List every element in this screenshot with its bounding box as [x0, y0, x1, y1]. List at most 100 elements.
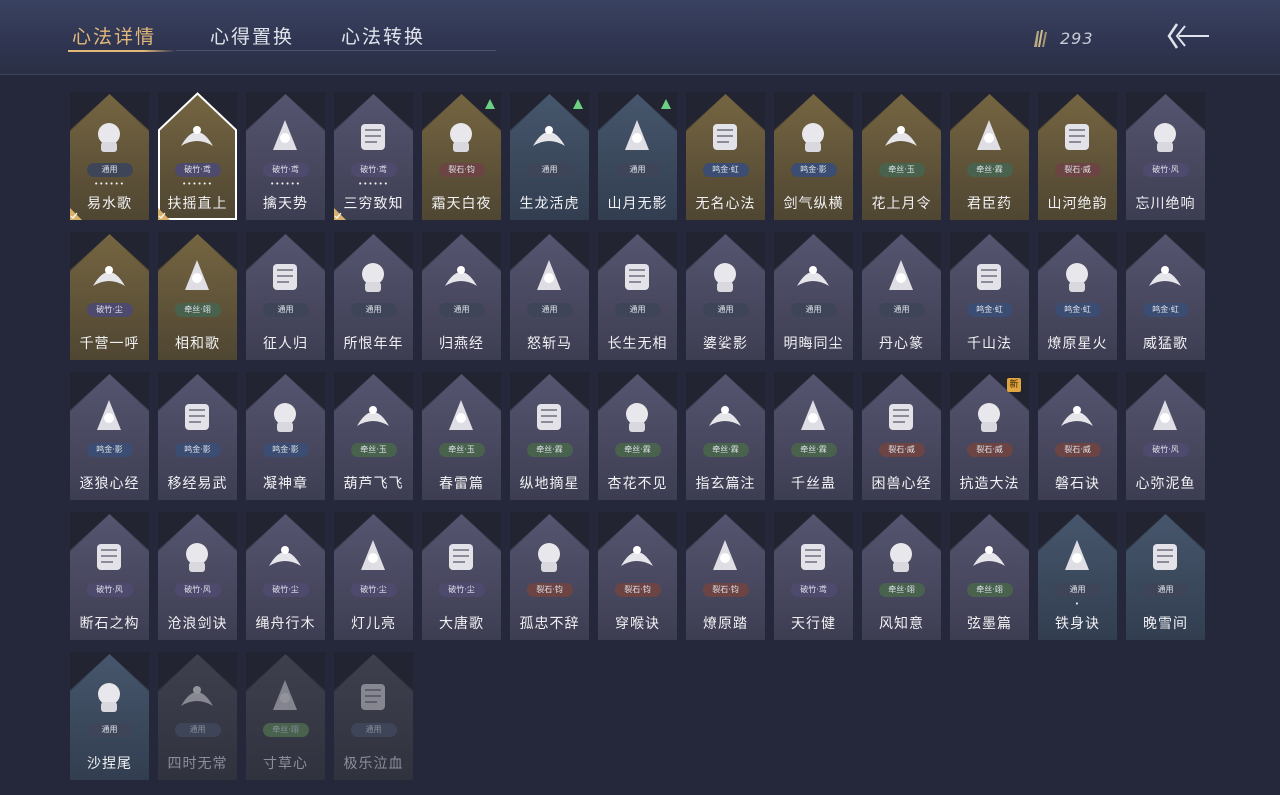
sword-swirl-icon	[793, 116, 833, 156]
school-badge: 裂石·钧	[702, 583, 749, 597]
skill-card[interactable]: 破竹·尘 灯儿亮	[334, 512, 413, 640]
skill-card[interactable]: 裂石·威 困兽心经	[862, 372, 941, 500]
glaive-icon	[529, 256, 569, 296]
skill-name: 孤忠不辞	[519, 616, 580, 632]
skill-card[interactable]: 牵丝·玉 葫芦飞飞	[334, 372, 413, 500]
skill-name: 移经易武	[167, 476, 228, 492]
skill-card[interactable]: 通用 极乐泣血	[334, 652, 413, 780]
school-badge: 通用	[526, 163, 573, 177]
school-badge: 牵丝·霖	[614, 443, 661, 457]
school-badge: 鸣金·影	[790, 163, 837, 177]
school-badge: 破竹·风	[174, 583, 221, 597]
lightning-icon	[441, 396, 481, 436]
skill-card[interactable]: 破竹·尘 千营一呼	[70, 232, 149, 360]
skill-card[interactable]: 破竹·鸢 •••••• 擒天势	[246, 92, 325, 220]
school-badge: 破竹·风	[1142, 443, 1189, 457]
skill-card[interactable]: 通用 长生无相	[598, 232, 677, 360]
skill-card[interactable]: 通用 •••••• 易水歌	[70, 92, 149, 220]
tab-skill-convert[interactable]: 心法转换	[341, 22, 425, 49]
skill-card[interactable]: 破竹·风 忘川绝响	[1126, 92, 1205, 220]
tab-insight-exchange[interactable]: 心得置换	[210, 22, 294, 49]
eagle-icon	[177, 116, 217, 156]
skill-card[interactable]: 破竹·鸢 •••••• 三穷致知	[334, 92, 413, 220]
skill-card[interactable]: 裂石·威 磐石诀	[1038, 372, 1117, 500]
skill-card[interactable]: 裂石·钧 燎原踏	[686, 512, 765, 640]
skill-card[interactable]: 破竹·鸢 天行健	[774, 512, 853, 640]
skill-card[interactable]: 通用 生龙活虎	[510, 92, 589, 220]
skill-card[interactable]: 通用 所恨年年	[334, 232, 413, 360]
skill-card[interactable]: 鸣金·虹 燎原星火	[1038, 232, 1117, 360]
skill-card[interactable]: 通用 四时无常	[158, 652, 237, 780]
skill-card[interactable]: 通用 婆娑影	[686, 232, 765, 360]
school-badge: 牵丝·玉	[878, 163, 925, 177]
skill-card[interactable]: 通用 山月无影	[598, 92, 677, 220]
skill-name: 所恨年年	[343, 336, 404, 352]
skill-card[interactable]: 破竹·尘 大唐歌	[422, 512, 501, 640]
skill-card[interactable]: 牵丝·玉 春雷篇	[422, 372, 501, 500]
spear-icon	[441, 116, 481, 156]
skill-card[interactable]: 牵丝·翊 弦墨篇	[950, 512, 1029, 640]
skill-card[interactable]: 鸣金·虹 威猛歌	[1126, 232, 1205, 360]
skill-card[interactable]: 牵丝·霖 指玄篇注	[686, 372, 765, 500]
school-badge: 鸣金·影	[262, 443, 309, 457]
tab-skill-details[interactable]: 心法详情	[72, 22, 156, 49]
skill-card[interactable]: 通用 征人归	[246, 232, 325, 360]
skill-card[interactable]: 牵丝·玉 花上月令	[862, 92, 941, 220]
skill-card[interactable]: 通用 晚雪间	[1126, 512, 1205, 640]
school-badge: 裂石·钧	[438, 163, 485, 177]
skill-card[interactable]: 牵丝·翊 相和歌	[158, 232, 237, 360]
equipped-check-icon	[158, 208, 170, 220]
skill-card[interactable]: 牵丝·翊 寸草心	[246, 652, 325, 780]
school-badge: 破竹·鸢	[790, 583, 837, 597]
skill-card[interactable]: 通用 沙捏尾	[70, 652, 149, 780]
skill-card[interactable]: 裂石·钧 霜天白夜	[422, 92, 501, 220]
skill-card[interactable]: 鸣金·影 剑气纵横	[774, 92, 853, 220]
skill-card[interactable]: 通用 归燕经	[422, 232, 501, 360]
skill-card[interactable]: 破竹·风 心弥泥鱼	[1126, 372, 1205, 500]
school-badge: 通用	[174, 723, 221, 737]
skill-card[interactable]: 鸣金·虹 千山法	[950, 232, 1029, 360]
skill-card[interactable]: 破竹·风 断石之构	[70, 512, 149, 640]
skill-name: 长生无相	[607, 336, 668, 352]
skill-card[interactable]: 破竹·鸢 •••••• 扶摇直上	[158, 92, 237, 220]
school-badge: 通用	[262, 303, 309, 317]
snake-sword-icon	[793, 256, 833, 296]
school-badge: 牵丝·翊	[262, 723, 309, 737]
school-badge: 通用	[1142, 583, 1189, 597]
top-bar: 心法详情 心得置换 心法转换 293	[0, 0, 1280, 75]
wave-icon	[89, 676, 129, 716]
gourds-icon	[353, 396, 393, 436]
skill-card[interactable]: 牵丝·霖 千丝蛊	[774, 372, 853, 500]
back-arrow-icon[interactable]	[1165, 20, 1211, 52]
skill-card[interactable]: 牵丝·霖 君臣药	[950, 92, 1029, 220]
lock-icon	[265, 676, 305, 716]
horse-icon	[89, 116, 129, 156]
skill-card[interactable]: 鸣金·影 移经易武	[158, 372, 237, 500]
currency-amount: 293	[1060, 28, 1094, 48]
skill-name: 威猛歌	[1143, 336, 1188, 352]
equipped-check-icon	[70, 208, 82, 220]
skill-card[interactable]: 鸣金·影 逐狼心经	[70, 372, 149, 500]
school-badge: 牵丝·霖	[790, 443, 837, 457]
skill-card[interactable]: 破竹·风 沧浪剑诀	[158, 512, 237, 640]
skill-card[interactable]: 牵丝·霖 纵地摘星	[510, 372, 589, 500]
school-badge: 牵丝·翊	[878, 583, 925, 597]
skill-card[interactable]: 鸣金·影 凝神章	[246, 372, 325, 500]
skill-card[interactable]: 裂石·钧 孤忠不辞	[510, 512, 589, 640]
skill-card[interactable]: 裂石·威 抗造大法 新	[950, 372, 1029, 500]
skill-card[interactable]: 通用 怒斩马	[510, 232, 589, 360]
school-badge: 通用	[86, 723, 133, 737]
skill-card[interactable]: 裂石·钧 穿喉诀	[598, 512, 677, 640]
praying-hands-icon	[1145, 256, 1185, 296]
skill-card[interactable]: 牵丝·霖 杏花不见	[598, 372, 677, 500]
skill-name: 断石之构	[79, 616, 140, 632]
skill-card[interactable]: 破竹·尘 绳舟行木	[246, 512, 325, 640]
skill-card[interactable]: 鸣金·虹 无名心法	[686, 92, 765, 220]
skill-card[interactable]: 通用 丹心篆	[862, 232, 941, 360]
skill-name: 生龙活虎	[519, 196, 580, 212]
skill-card[interactable]: 通用 明晦同尘	[774, 232, 853, 360]
skill-card[interactable]: 通用 • 铁身诀	[1038, 512, 1117, 640]
skill-name: 千山法	[967, 336, 1012, 352]
skill-card[interactable]: 牵丝·翊 风知意	[862, 512, 941, 640]
skill-card[interactable]: 裂石·威 山河绝韵	[1038, 92, 1117, 220]
